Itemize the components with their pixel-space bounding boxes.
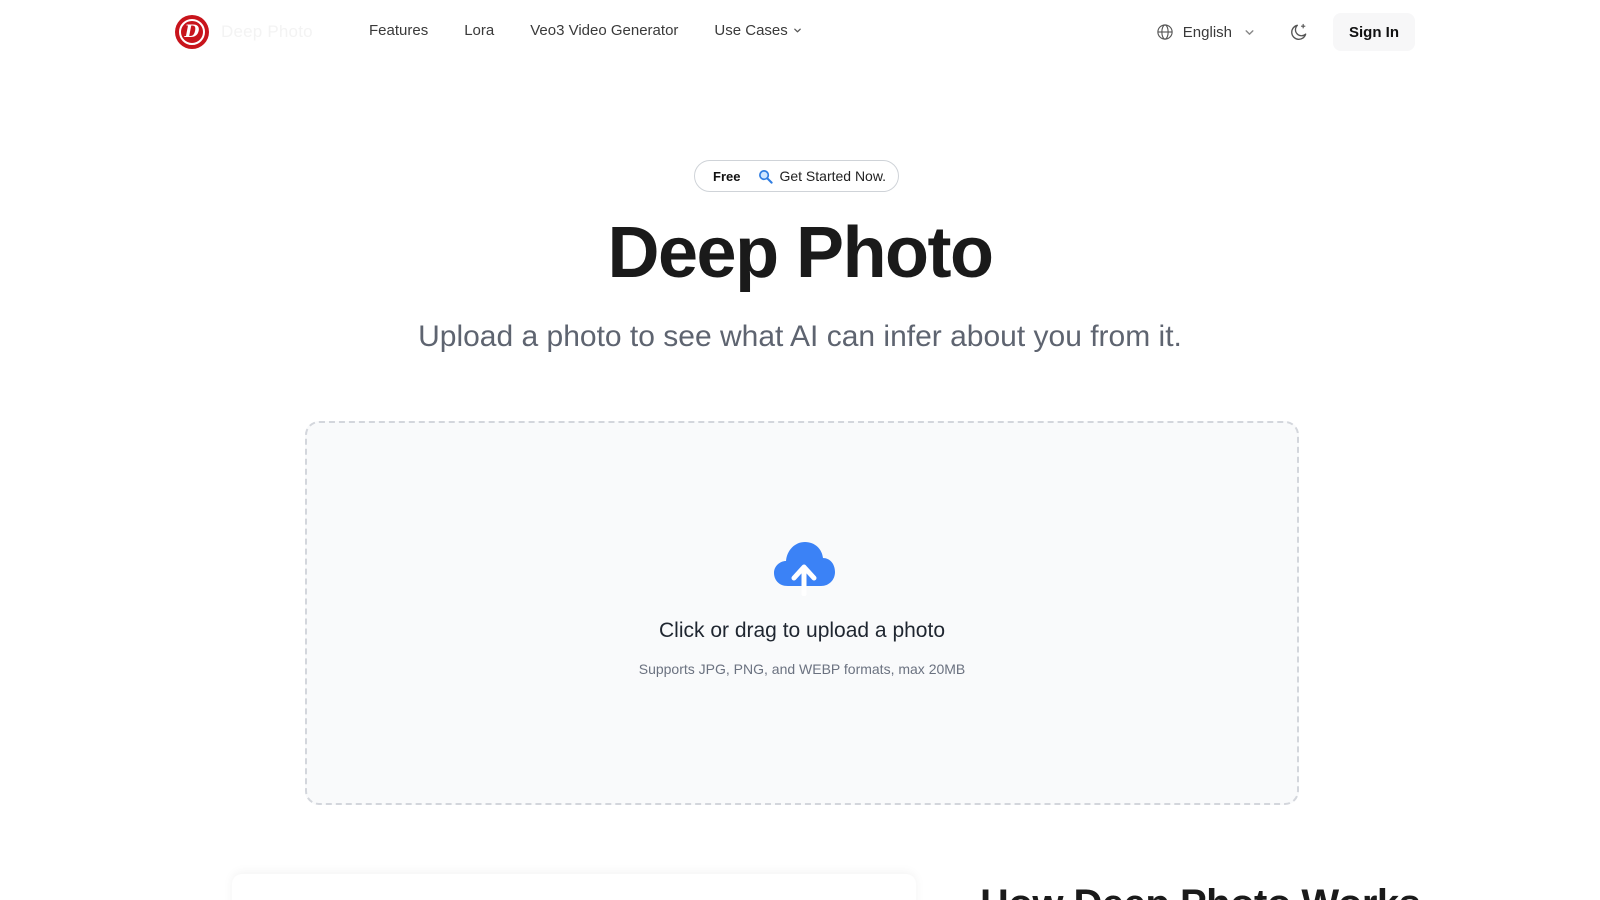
cloud-upload-icon: [774, 542, 835, 596]
nav-right: English Sign In: [1156, 13, 1415, 51]
sign-in-button[interactable]: Sign In: [1333, 13, 1415, 51]
upload-title: Click or drag to upload a photo: [658, 619, 945, 642]
language-selector[interactable]: English: [1156, 23, 1255, 41]
preview-card: [232, 874, 916, 900]
photo-upload-dropzone[interactable]: Click or drag to upload a photo Supports…: [305, 421, 1299, 805]
globe-icon: [1157, 24, 1173, 40]
get-started-badge[interactable]: Free Get Started Now.: [694, 160, 900, 192]
logo-text: Deep Photo: [221, 22, 313, 41]
chevron-down-icon: [1245, 29, 1254, 35]
nav-link-veo3[interactable]: Veo3 Video Generator: [530, 22, 678, 39]
top-nav: D Deep Photo Features Lora Veo3 Video Ge…: [0, 0, 1600, 64]
theme-toggle-button[interactable]: [1287, 20, 1311, 44]
nav-link-lora[interactable]: Lora: [464, 22, 494, 39]
page-title: Deep Photo: [607, 213, 994, 293]
get-started-link: Get Started Now.: [758, 168, 886, 184]
logo-mark: D: [175, 15, 209, 49]
how-it-works-heading: How Deep Photo Works: [980, 882, 1421, 900]
moon-icon: [1291, 23, 1307, 40]
page: D Deep Photo Features Lora Veo3 Video Ge…: [0, 0, 1600, 900]
chevron-down-icon: [793, 28, 801, 33]
page-subtitle: Upload a photo to see what AI can infer …: [418, 320, 1182, 353]
get-started-label: Get Started Now.: [779, 168, 887, 184]
logo[interactable]: D Deep Photo: [175, 15, 313, 49]
upload-hint: Supports JPG, PNG, and WEBP formats, max…: [638, 661, 966, 677]
search-icon: [759, 169, 774, 184]
nav-link-features[interactable]: Features: [369, 22, 428, 39]
nav-links: Features Lora Veo3 Video Generator Use C…: [369, 22, 838, 39]
nav-link-use-cases[interactable]: Use Cases: [714, 22, 801, 39]
language-label: English: [1182, 23, 1232, 41]
free-badge-label: Free: [713, 168, 741, 184]
use-cases-label: Use Cases: [714, 22, 788, 39]
